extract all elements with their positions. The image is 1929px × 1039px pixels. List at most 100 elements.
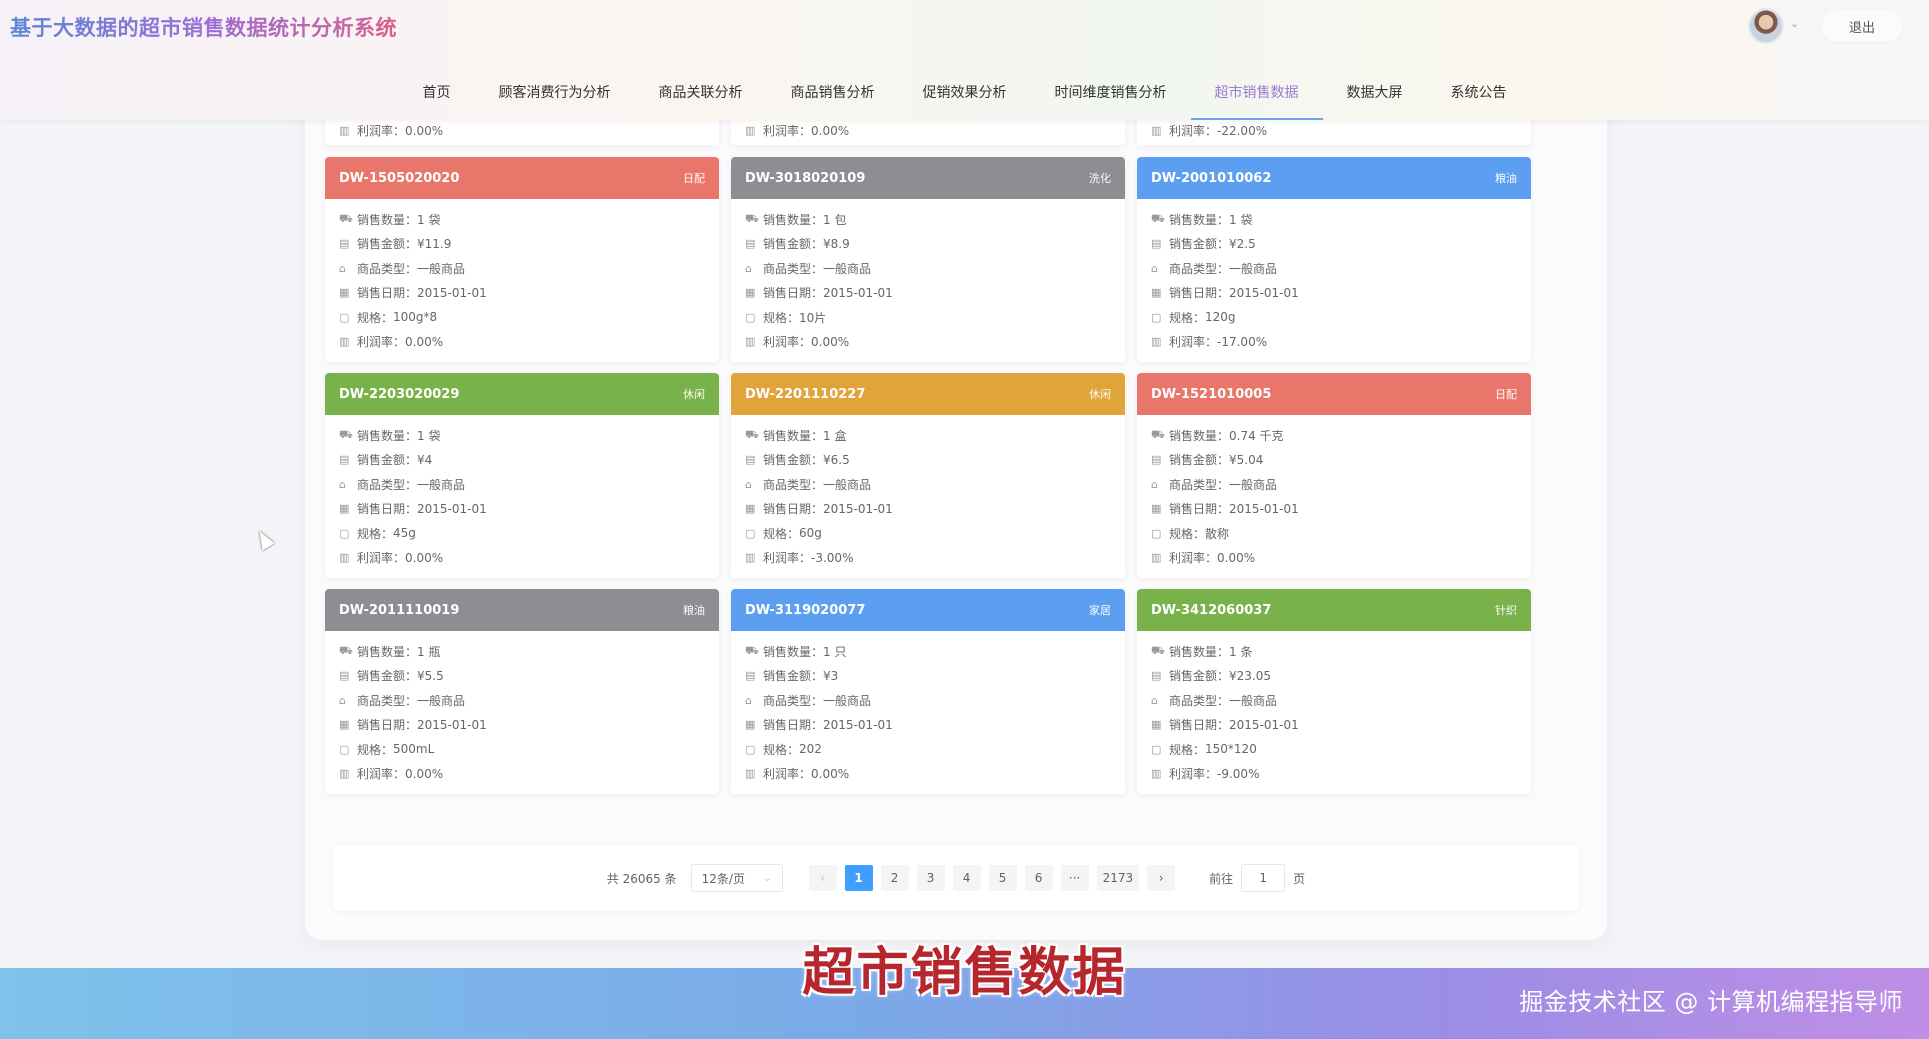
sales-card[interactable]: DW-2201110227 休闲 ⛟ 销售数量： 1 盒 ▤ 销售金额： ¥6.5 ⌂ 商品类型：… [731, 373, 1125, 578]
card-row-label: 利润率： [357, 124, 406, 139]
card-row-label: 商品类型： [1169, 261, 1230, 276]
spec-icon: ▢ [339, 526, 350, 540]
card-row-label: 商品类型： [357, 261, 418, 276]
card-row-profit: ▥ 利润率： 0.00% [339, 119, 705, 144]
nav-item[interactable]: 促销效果分析 [899, 64, 1031, 120]
card-row-value: 2015-01-01 [417, 501, 487, 516]
card-row-value: 一般商品 [823, 261, 872, 276]
card-row-label: 销售数量： [357, 428, 418, 443]
cart-icon: ⛟ [339, 427, 353, 441]
page-number-button[interactable]: 4 [952, 865, 981, 891]
page-number-button[interactable]: 6 [1024, 865, 1053, 891]
card-row-spec: ▢ 规格： 45g [339, 521, 705, 546]
sales-card[interactable]: DW-3412060037 针织 ⛟ 销售数量： 1 条 ▤ 销售金额： ¥23.05 ⌂ 商品类… [1137, 589, 1531, 794]
card-header: DW-3119020077 家居 [731, 589, 1125, 631]
page-size-select[interactable]: 12条/页 ⌄ [690, 864, 783, 892]
sales-card[interactable]: DW-3018020109 洗化 ⛟ 销售数量： 1 包 ▤ 销售金额： ¥8.9 ⌂ 商品类型：… [731, 157, 1125, 362]
bag-icon: ⌂ [339, 477, 346, 491]
card-row-qty: ⛟ 销售数量： 1 袋 [339, 207, 705, 232]
avatar[interactable] [1748, 8, 1784, 44]
page-jump: 前往 页 [1209, 864, 1305, 892]
sales-card[interactable]: DW-2001010062 粮油 ⛟ 销售数量： 1 袋 ▤ 销售金额： ¥2.5 ⌂ 商品类型：… [1137, 157, 1531, 362]
card-row-label: 销售金额： [763, 669, 824, 684]
next-page-button[interactable]: › [1147, 865, 1176, 891]
nav-item[interactable]: 商品销售分析 [767, 64, 899, 120]
card-row-value: 散称 [1205, 526, 1230, 541]
cart-icon: ⛟ [1151, 427, 1165, 441]
chart-icon: ▥ [339, 767, 350, 781]
card-row-value: ¥4 [417, 452, 433, 467]
card-row-value: 0.00% [811, 123, 850, 138]
money-icon: ▤ [1151, 669, 1162, 683]
nav-item[interactable]: 顾客消费行为分析 [475, 64, 635, 120]
chevron-down-icon[interactable]: ⌄ [1790, 17, 1799, 30]
page-number-button[interactable]: 3 [916, 865, 945, 891]
spec-icon: ▢ [745, 742, 756, 756]
card-row-value: 0.00% [405, 123, 444, 138]
spec-icon: ▢ [1151, 526, 1162, 540]
card-category-tag: 针织 [1495, 604, 1517, 617]
card-row-label: 销售金额： [1169, 237, 1230, 252]
calendar-icon: ▦ [1151, 718, 1162, 732]
nav-item[interactable]: 超市销售数据 [1190, 64, 1323, 120]
prev-page-button[interactable]: ‹ [808, 865, 837, 891]
card-row-qty: ⛟ 销售数量： 0.74 千克 [1151, 423, 1517, 448]
card-row-profit: ▥ 利润率： 0.00% [339, 330, 705, 355]
card-row-amt: ▤ 销售金额： ¥2.5 [1151, 232, 1517, 257]
sales-card[interactable]: DW-3119020077 家居 ⛟ 销售数量： 1 只 ▤ 销售金额： ¥3 ⌂ 商品类型： 一般… [731, 589, 1125, 794]
card-row-value: 2015-01-01 [1229, 501, 1299, 516]
card-row-value: -9.00% [1217, 766, 1260, 781]
card-row-value: 1 袋 [1229, 212, 1253, 227]
chevron-down-icon: ⌄ [763, 872, 772, 884]
page-number-button[interactable]: 5 [988, 865, 1017, 891]
money-icon: ▤ [339, 669, 350, 683]
card-row-value: 一般商品 [1229, 261, 1278, 276]
card-row-label: 销售金额： [357, 669, 418, 684]
money-icon: ▤ [745, 237, 756, 251]
card-row-label: 利润率： [763, 551, 812, 566]
card-row-profit: ▥ 利润率： -9.00% [1151, 762, 1517, 787]
card-row-value: 100g*8 [393, 310, 438, 325]
card-row-label: 利润率： [1169, 335, 1218, 350]
page-number-button[interactable]: 2 [880, 865, 909, 891]
card-row-label: 利润率： [1169, 124, 1218, 139]
sales-card[interactable]: DW-2203020029 休闲 ⛟ 销售数量： 1 袋 ▤ 销售金额： ¥4 ⌂ 商品类型： 一般… [325, 373, 719, 578]
card-row-qty: ⛟ 销售数量： 1 只 [745, 639, 1111, 664]
nav-item[interactable]: 商品关联分析 [635, 64, 767, 120]
card-row-spec: ▢ 规格： 120g [1151, 305, 1517, 330]
chart-icon: ▥ [745, 551, 756, 565]
card-row-spec: ▢ 规格： 100g*8 [339, 305, 705, 330]
card-row-label: 销售数量： [1169, 212, 1230, 227]
card-row-value: 2015-01-01 [417, 717, 487, 732]
nav-item[interactable]: 数据大屏 [1323, 64, 1427, 120]
card-category-tag: 家居 [1089, 604, 1111, 617]
chart-icon: ▥ [1151, 124, 1162, 138]
cart-icon: ⛟ [1151, 643, 1165, 657]
calendar-icon: ▦ [339, 718, 350, 732]
sales-card[interactable]: DW-2011110019 粮油 ⛟ 销售数量： 1 瓶 ▤ 销售金额： ¥5.5 ⌂ 商品类型：… [325, 589, 719, 794]
card-row-amt: ▤ 销售金额： ¥6.5 [745, 448, 1111, 473]
card-row-value: -22.00% [1217, 123, 1268, 138]
nav-item[interactable]: 首页 [399, 64, 475, 120]
card-row-date: ▦ 销售日期： 2015-01-01 [1151, 497, 1517, 522]
page-number-button[interactable]: 1 [844, 865, 873, 891]
card-header: DW-2001010062 粮油 [1137, 157, 1531, 199]
card-row-amt: ▤ 销售金额： ¥8.9 [745, 232, 1111, 257]
card-row-value: ¥5.5 [417, 668, 444, 683]
sales-card[interactable]: DW-1521010005 日配 ⛟ 销售数量： 0.74 千克 ▤ 销售金额： ¥5.04 ⌂… [1137, 373, 1531, 578]
card-row-profit: ▥ 利润率： 0.00% [1151, 546, 1517, 571]
nav-item[interactable]: 时间维度销售分析 [1031, 64, 1191, 120]
watermark: 掘金技术社区 @ 计算机编程指导师 [1519, 988, 1903, 1016]
nav-item[interactable]: 系统公告 [1427, 64, 1531, 120]
card-row-label: 销售日期： [357, 502, 418, 517]
page-number-button[interactable]: 2173 [1096, 865, 1140, 891]
page-ellipsis[interactable]: ··· [1060, 865, 1089, 891]
card-category-tag: 粮油 [683, 604, 705, 617]
page-jump-input[interactable] [1241, 864, 1286, 892]
card-row-label: 规格： [763, 526, 800, 541]
card-row-label: 利润率： [357, 767, 406, 782]
card-row-label: 商品类型： [357, 693, 418, 708]
page-number-list: 1 2 3 4 5 6 ··· 2173 [841, 865, 1144, 891]
sales-card[interactable]: DW-1505020020 日配 ⛟ 销售数量： 1 袋 ▤ 销售金额： ¥11.9 ⌂ 商品类型… [325, 157, 719, 362]
logout-button[interactable]: 退出 [1822, 10, 1902, 42]
